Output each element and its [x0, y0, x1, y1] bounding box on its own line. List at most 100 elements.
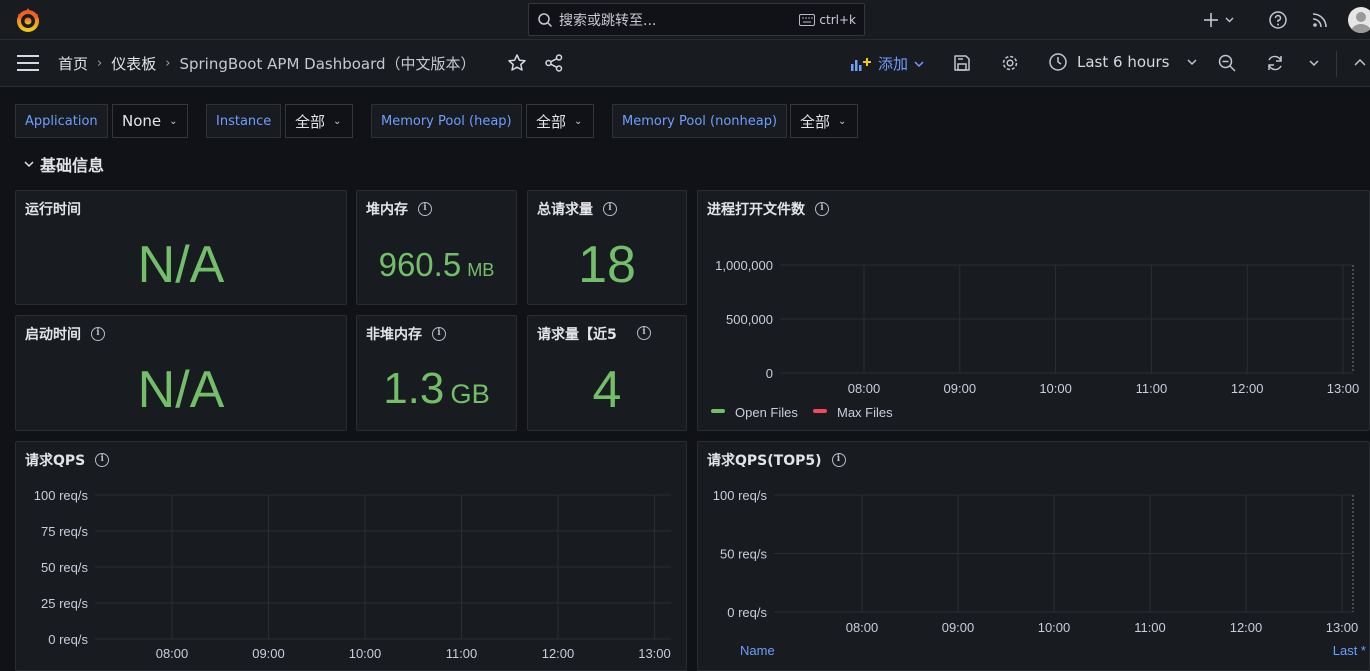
- variable-select-memory-pool-nonheap[interactable]: 全部 ⌄: [790, 104, 858, 138]
- panel-open-files[interactable]: 进程打开文件数 i 1,000,000 500,000 0 08:00 09:00 10:0…: [697, 190, 1370, 431]
- chevron-down-icon: [24, 161, 34, 168]
- breadcrumb-separator-icon: ›: [165, 56, 171, 71]
- info-icon[interactable]: i: [432, 327, 446, 341]
- panel-title-text: 请求量【近5: [537, 327, 617, 343]
- zoom-out-icon[interactable]: [1217, 53, 1237, 73]
- top-bar: 搜索或跳转至... ctrl+k: [0, 0, 1370, 40]
- menu-icon[interactable]: [17, 54, 39, 72]
- row-header[interactable]: 基础信息: [24, 152, 104, 176]
- y-tick-label: 100 req/s: [34, 488, 89, 503]
- save-icon[interactable]: [952, 53, 972, 73]
- x-tick-label: 12:00: [1230, 620, 1263, 635]
- new-plus-icon[interactable]: [1201, 10, 1237, 30]
- breadcrumb-home[interactable]: 首页: [58, 53, 88, 74]
- info-icon[interactable]: i: [637, 326, 651, 340]
- info-icon[interactable]: i: [603, 202, 617, 216]
- panel-heap-memory[interactable]: 堆内存 i 960.5 MB: [356, 190, 517, 305]
- legend-swatch: [813, 409, 827, 413]
- qps-top5-chart: 100 req/s 50 req/s 0 req/s 08:00 09:00 10:00 1…: [713, 488, 1366, 658]
- legend-label: Open Files: [735, 405, 798, 420]
- search-input[interactable]: 搜索或跳转至... ctrl+k: [528, 3, 865, 36]
- y-tick-label: 50 req/s: [720, 547, 767, 562]
- add-button-label: 添加: [878, 55, 909, 73]
- open-files-chart: 1,000,000 500,000 0 08:00 09:00 10:00 11:00 12:…: [711, 258, 1359, 420]
- legend-column-name: Name: [740, 643, 775, 658]
- info-icon[interactable]: i: [418, 202, 432, 216]
- y-tick-label: 0: [766, 366, 773, 381]
- user-avatar[interactable]: [1348, 7, 1370, 33]
- avatar-icon: [1351, 12, 1370, 33]
- chevron-down-icon: [914, 60, 924, 67]
- stat-unit: MB: [467, 260, 495, 280]
- refresh-icon[interactable]: [1265, 53, 1285, 73]
- legend-column-last: Last *: [1333, 643, 1366, 658]
- rss-news-icon[interactable]: [1310, 10, 1330, 30]
- time-range-label: Last 6 hours: [1077, 53, 1170, 71]
- y-tick-label: 100 req/s: [713, 488, 768, 503]
- variable-value: 全部: [800, 112, 831, 131]
- chevron-down-icon: ⌄: [333, 115, 342, 127]
- panel-qps[interactable]: 请求QPS i 100 req/s 75 req/s 50 req/s 25 req/s…: [15, 441, 687, 671]
- search-shortcut: ctrl+k: [799, 13, 856, 27]
- stat-value: 960.5: [378, 246, 462, 283]
- search-shortcut-text: ctrl+k: [819, 12, 856, 27]
- x-tick-label: 08:00: [848, 381, 881, 396]
- y-tick-label: 0 req/s: [727, 605, 767, 620]
- y-tick-label: 75 req/s: [41, 524, 88, 539]
- panel-nonheap-memory[interactable]: 非堆内存 i 1.3 GB: [356, 315, 517, 431]
- add-button[interactable]: 添加: [850, 53, 924, 74]
- stat-value-wrapper: 1.3 GB: [357, 364, 516, 414]
- y-tick-label: 1,000,000: [715, 258, 773, 273]
- breadcrumb-dashboards[interactable]: 仪表板: [111, 53, 156, 74]
- chevron-down-icon: ⌄: [838, 115, 847, 127]
- qps-chart: 100 req/s 75 req/s 50 req/s 25 req/s 0 req/s…: [34, 488, 671, 661]
- panel-title-text: 非堆内存: [366, 327, 422, 343]
- panel-title: 非堆内存 i: [366, 324, 446, 344]
- grafana-logo-icon[interactable]: [14, 6, 42, 34]
- variable-label-application: Application: [15, 104, 108, 138]
- gear-icon[interactable]: [1000, 53, 1020, 73]
- y-tick-label: 0 req/s: [48, 632, 88, 647]
- x-tick-label: 10:00: [1039, 381, 1072, 396]
- x-tick-label: 10:00: [1038, 620, 1071, 635]
- variable-select-instance[interactable]: 全部 ⌄: [285, 104, 353, 138]
- x-tick-label: 11:00: [1134, 620, 1166, 635]
- dashboard-nav-bar: 首页 › 仪表板 › SpringBoot APM Dashboard（中文版本…: [0, 40, 1370, 87]
- stat-unit: GB: [450, 378, 490, 409]
- x-tick-label: 09:00: [944, 381, 977, 396]
- panel-start-time[interactable]: 启动时间 i N/A: [15, 315, 347, 431]
- info-icon[interactable]: i: [91, 327, 105, 341]
- star-icon[interactable]: [507, 53, 527, 73]
- panel-qps-top5[interactable]: 请求QPS(TOP5) i 100 req/s 50 req/s 0 req/s 08:…: [697, 441, 1370, 671]
- help-icon[interactable]: [1268, 10, 1288, 30]
- legend-swatch: [711, 409, 725, 413]
- panel-title-text: 启动时间: [25, 327, 81, 343]
- variable-label-memory-pool-heap: Memory Pool (heap): [371, 104, 522, 138]
- panel-title: 启动时间 i: [25, 324, 105, 344]
- panel-title: 堆内存 i: [366, 199, 432, 219]
- refresh-interval-chevron-icon[interactable]: [1304, 53, 1324, 73]
- panel-uptime[interactable]: 运行时间 N/A: [15, 190, 347, 305]
- y-tick-label: 500,000: [726, 312, 773, 327]
- time-range-picker[interactable]: Last 6 hours: [1048, 52, 1199, 72]
- breadcrumb-current: SpringBoot APM Dashboard（中文版本）: [179, 55, 476, 73]
- variable-select-application[interactable]: None ⌄: [112, 104, 188, 138]
- keyboard-icon: [799, 13, 816, 26]
- x-tick-label: 09:00: [252, 646, 285, 661]
- variable-value: 全部: [295, 112, 326, 131]
- stat-value: 4: [592, 361, 622, 419]
- panel-title: 运行时间: [25, 199, 81, 219]
- clock-icon: [1049, 53, 1067, 71]
- panel-title-text: 堆内存: [366, 202, 408, 218]
- variable-label-instance: Instance: [206, 104, 282, 138]
- chevron-up-icon[interactable]: [1350, 53, 1370, 73]
- panel-recent-requests[interactable]: 请求量【近5 i 4: [527, 315, 687, 431]
- share-icon[interactable]: [544, 53, 564, 73]
- x-tick-label: 09:00: [942, 620, 975, 635]
- row-title: 基础信息: [40, 156, 105, 175]
- chevron-down-icon: ⌄: [169, 115, 178, 127]
- x-tick-label: 12:00: [542, 646, 575, 661]
- variable-select-memory-pool-heap[interactable]: 全部 ⌄: [526, 104, 594, 138]
- panel-total-requests[interactable]: 总请求量 i 18: [527, 190, 687, 305]
- x-tick-label: 13:00: [1326, 620, 1359, 635]
